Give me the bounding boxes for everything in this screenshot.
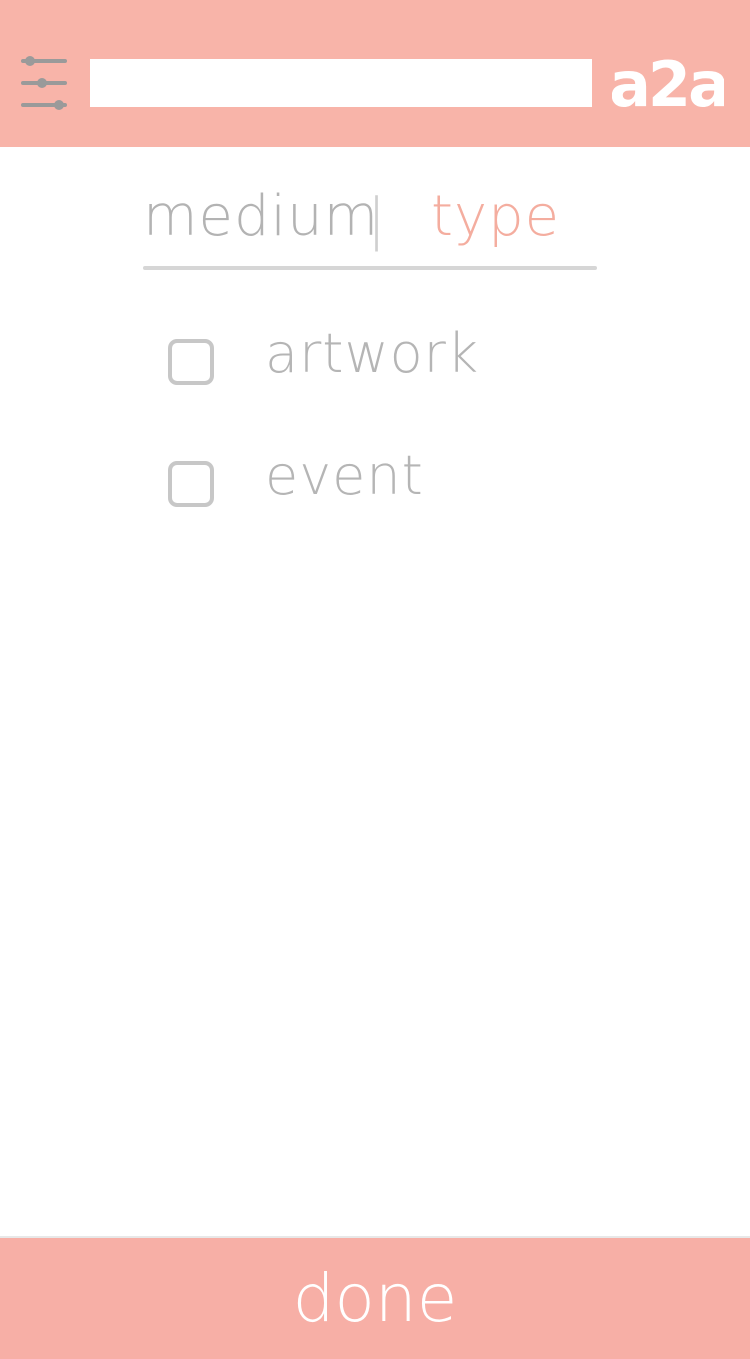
artwork-checkbox[interactable] xyxy=(168,339,214,385)
app-header: a2a xyxy=(0,0,750,147)
option-label: artwork xyxy=(265,322,480,385)
sliders-icon[interactable] xyxy=(20,54,68,112)
tab-underline xyxy=(143,266,597,270)
option-label: event xyxy=(265,444,424,507)
event-checkbox[interactable] xyxy=(168,461,214,507)
done-button[interactable]: done xyxy=(0,1236,750,1359)
filter-tabs: medium | type xyxy=(143,178,597,270)
tab-type[interactable]: type xyxy=(431,178,560,256)
option-event[interactable]: event xyxy=(168,444,588,519)
svg-text:a2a: a2a xyxy=(612,48,724,114)
app-logo: a2a xyxy=(609,44,730,121)
tab-separator: | xyxy=(367,187,386,252)
option-artwork[interactable]: artwork xyxy=(168,322,588,397)
search-input[interactable] xyxy=(90,59,592,107)
tab-medium[interactable]: medium xyxy=(143,178,379,256)
